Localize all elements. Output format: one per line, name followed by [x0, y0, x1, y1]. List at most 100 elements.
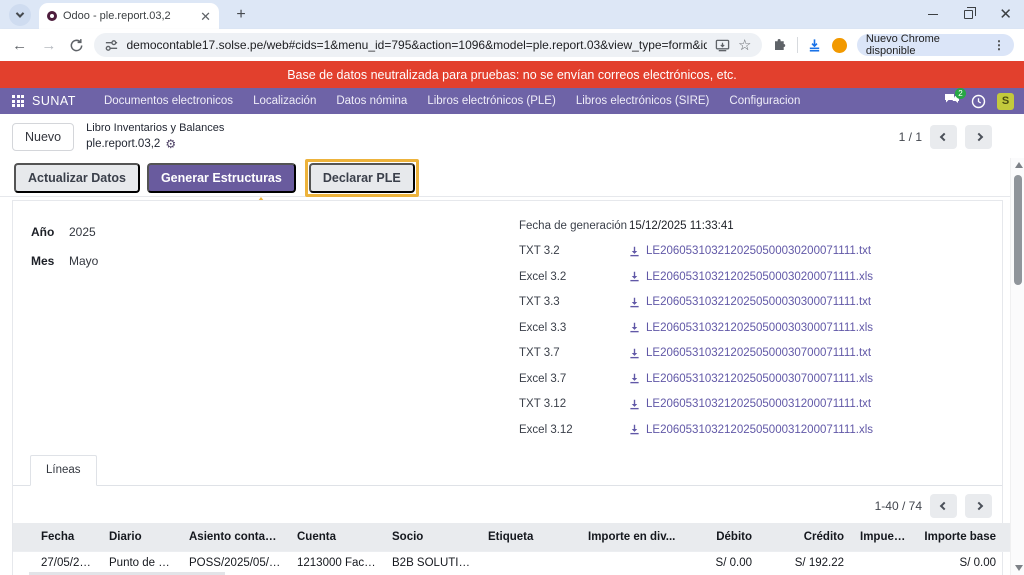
scrollbar-thumb[interactable]: [1014, 175, 1022, 285]
cell-etiqueta[interactable]: [480, 552, 580, 575]
declarar-ple-button[interactable]: Declarar PLE: [309, 163, 415, 193]
messages-count-badge: 2: [955, 88, 966, 99]
activities-clock-icon[interactable]: [971, 94, 986, 109]
address-bar[interactable]: democontable17.solse.pe/web#cids=1&menu_…: [94, 33, 762, 57]
lines-pager-text: 1-40 / 74: [875, 499, 922, 513]
download-icon: [629, 399, 640, 410]
messages-button[interactable]: 2: [944, 93, 960, 109]
col-importe-div[interactable]: Importe en div...: [580, 523, 698, 552]
neutralized-db-banner: Base de datos neutralizada para pruebas:…: [0, 61, 1024, 88]
breadcrumb-parent[interactable]: Libro Inventarios y Balances: [86, 121, 224, 136]
app-brand[interactable]: SUNAT: [32, 94, 76, 108]
menu-libros-sire[interactable]: Libros electrónicos (SIRE): [566, 95, 720, 107]
odoo-navbar: SUNAT Documentos electronicos Localizaci…: [0, 88, 1024, 114]
scroll-down-icon[interactable]: [1015, 565, 1023, 571]
file-download-link[interactable]: LE2060531032120250500030300071111.txt: [629, 296, 871, 308]
table-row[interactable]: 27/05/2025 Punto de Venta POSS/2025/05/0…: [13, 552, 1024, 575]
scroll-up-icon[interactable]: [1015, 162, 1023, 168]
generated-date-label: Fecha de generación: [519, 220, 629, 232]
downloads-icon[interactable]: [807, 38, 822, 53]
profile-avatar[interactable]: [832, 38, 846, 53]
window-restore-button[interactable]: [964, 10, 973, 19]
breadcrumb-record: ple.report.03,2: [86, 137, 160, 153]
download-icon: [629, 373, 640, 384]
file-download-link[interactable]: LE2060531032120250500030200071111.xls: [629, 271, 873, 283]
col-diario[interactable]: Diario: [101, 523, 181, 552]
file-download-link[interactable]: LE2060531032120250500031200071111.xls: [629, 424, 873, 436]
download-icon: [629, 297, 640, 308]
apps-grid-icon[interactable]: [12, 95, 24, 107]
forward-button[interactable]: →: [39, 37, 58, 54]
browser-menu-icon[interactable]: ⋮: [993, 38, 1005, 52]
gear-icon[interactable]: ⚙: [165, 136, 176, 152]
browser-toolbar: ← → democontable17.solse.pe/web#cids=1&m…: [0, 29, 1024, 61]
cell-diario[interactable]: Punto de Venta: [101, 552, 181, 575]
url-text: democontable17.solse.pe/web#cids=1&menu_…: [127, 38, 708, 52]
col-cuenta[interactable]: Cuenta: [289, 523, 384, 552]
record-pager-text: 1 / 1: [899, 130, 922, 144]
col-debito[interactable]: Débito: [698, 523, 760, 552]
tab-close-icon[interactable]: ✕: [200, 10, 211, 23]
new-tab-button[interactable]: +: [229, 6, 253, 24]
cell-asiento[interactable]: POSS/2025/05/0...: [181, 552, 289, 575]
form-actions-bar: Actualizar Datos Generar Estructuras Dec…: [0, 160, 1024, 197]
lines-prev-button[interactable]: [930, 494, 957, 518]
menu-libros-ple[interactable]: Libros electrónicos (PLE): [417, 95, 565, 107]
browser-tab[interactable]: Odoo - ple.report.03,2 ✕: [39, 3, 219, 29]
file-download-link[interactable]: LE2060531032120250500030200071111.txt: [629, 245, 871, 257]
user-avatar[interactable]: S: [997, 93, 1014, 110]
menu-configuracion[interactable]: Configuracion: [719, 95, 810, 107]
col-asiento[interactable]: Asiento contable: [181, 523, 289, 552]
record-prev-button[interactable]: [930, 125, 957, 149]
odoo-favicon-icon: [47, 11, 57, 21]
col-importe-base[interactable]: Importe base: [914, 523, 1004, 552]
file-download-link[interactable]: LE2060531032120250500030300071111.xls: [629, 322, 873, 334]
chrome-update-button[interactable]: Nuevo Chrome disponible ⋮: [857, 34, 1014, 56]
tab-search-button[interactable]: [9, 4, 31, 26]
site-settings-icon[interactable]: [104, 38, 119, 53]
control-panel: Nuevo Libro Inventarios y Balances ple.r…: [0, 114, 1024, 160]
cell-importe-div[interactable]: [580, 552, 698, 575]
window-close-button[interactable]: ✕: [999, 7, 1012, 22]
col-credito[interactable]: Crédito: [760, 523, 852, 552]
bookmark-star-icon[interactable]: ☆: [738, 36, 751, 54]
download-icon: [629, 322, 640, 333]
cell-impuesto[interactable]: [852, 552, 914, 575]
cell-socio[interactable]: B2B SOLUTIONS ...: [384, 552, 480, 575]
lines-next-button[interactable]: [965, 494, 992, 518]
actualizar-datos-button[interactable]: Actualizar Datos: [14, 163, 140, 193]
cell-importe-base[interactable]: S/ 0.00: [914, 552, 1004, 575]
menu-localizacion[interactable]: Localización: [243, 95, 326, 107]
menu-documentos-electronicos[interactable]: Documentos electronicos: [94, 95, 243, 107]
month-value[interactable]: Mayo: [69, 254, 98, 268]
cell-cuenta[interactable]: 1213000 Facturas...: [289, 552, 384, 575]
col-socio[interactable]: Socio: [384, 523, 480, 552]
cell-fecha[interactable]: 27/05/2025: [13, 552, 101, 575]
menu-datos-nomina[interactable]: Datos nómina: [326, 95, 417, 107]
vertical-scrollbar[interactable]: [1010, 158, 1024, 575]
file-download-link[interactable]: LE2060531032120250500030700071111.txt: [629, 347, 871, 359]
new-record-button[interactable]: Nuevo: [12, 123, 74, 151]
year-value[interactable]: 2025: [69, 225, 96, 239]
banner-text: Base de datos neutralizada para pruebas:…: [287, 68, 737, 82]
file-download-link[interactable]: LE2060531032120250500030700071111.xls: [629, 373, 873, 385]
cell-credito[interactable]: S/ 192.22: [760, 552, 852, 575]
form-sheet: Año 2025 Mes Mayo Fecha de generación 15…: [12, 200, 1003, 575]
chrome-update-label: Nuevo Chrome disponible: [866, 33, 987, 57]
col-fecha[interactable]: Fecha: [13, 523, 101, 552]
back-button[interactable]: ←: [10, 37, 29, 54]
window-minimize-button[interactable]: [928, 14, 938, 16]
generar-estructuras-button[interactable]: Generar Estructuras: [147, 163, 296, 193]
chevron-down-icon: [16, 9, 24, 17]
toolbar-divider: [797, 37, 798, 53]
file-download-link[interactable]: LE2060531032120250500031200071111.txt: [629, 398, 871, 410]
col-etiqueta[interactable]: Etiqueta: [480, 523, 580, 552]
tab-lineas[interactable]: Líneas: [30, 455, 97, 486]
record-next-button[interactable]: [965, 125, 992, 149]
extensions-puzzle-icon[interactable]: [772, 38, 787, 53]
reload-button[interactable]: [69, 38, 84, 53]
col-impuesto[interactable]: Impuesto: [852, 523, 914, 552]
file-label: TXT 3.12: [519, 398, 629, 410]
install-app-icon[interactable]: [715, 38, 730, 53]
cell-debito[interactable]: S/ 0.00: [698, 552, 760, 575]
